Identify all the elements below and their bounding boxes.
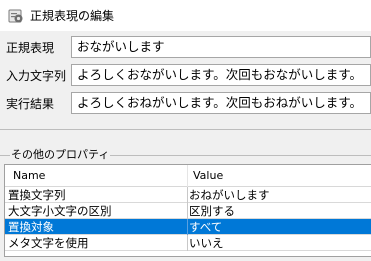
property-row-use-metacharacters[interactable]: メタ文字を使用 いいえ bbox=[5, 235, 371, 251]
property-row-replace-target[interactable]: 置換対象 すべて bbox=[5, 219, 371, 235]
property-row-case-sensitivity[interactable]: 大文字小文字の区別 区別する bbox=[5, 203, 371, 219]
property-name: 大文字小文字の区別 bbox=[8, 204, 112, 218]
input-string-label: 入力文字列 bbox=[6, 69, 67, 83]
property-value[interactable]: おねがいします bbox=[188, 188, 270, 202]
name-column-header[interactable]: Name bbox=[13, 170, 45, 182]
property-value[interactable]: すべて bbox=[188, 220, 222, 234]
title-bar[interactable]: 正規表現の編集 bbox=[0, 0, 371, 31]
result-field: よろしくおねがいします。次回もおねがいします。 bbox=[71, 92, 371, 114]
property-name: 置換文字列 bbox=[8, 188, 66, 202]
property-name: 置換対象 bbox=[8, 220, 54, 234]
input-string-field[interactable]: よろしくおながいします。次回もおながいします。 bbox=[71, 64, 371, 86]
property-value[interactable]: 区別する bbox=[188, 204, 235, 218]
result-label: 実行結果 bbox=[6, 97, 55, 111]
column-divider[interactable] bbox=[187, 165, 188, 187]
grid-header: Name Value bbox=[5, 165, 371, 187]
regex-input[interactable]: おながいします bbox=[71, 36, 371, 58]
window-title: 正規表現の編集 bbox=[30, 9, 115, 23]
regex-label: 正規表現 bbox=[6, 41, 55, 55]
separator-line bbox=[0, 129, 371, 130]
property-row-replacement[interactable]: 置換文字列 おねがいします bbox=[5, 187, 371, 203]
property-value[interactable]: いいえ bbox=[188, 236, 224, 250]
value-column-header[interactable]: Value bbox=[193, 170, 223, 182]
property-grid[interactable]: Name Value 置換文字列 おねがいします 大文字小文字の区別 区別する … bbox=[4, 164, 371, 257]
property-name: メタ文字を使用 bbox=[8, 236, 89, 250]
properties-group-title: その他のプロパティ bbox=[10, 148, 111, 161]
settings-dialog-icon bbox=[8, 8, 24, 24]
